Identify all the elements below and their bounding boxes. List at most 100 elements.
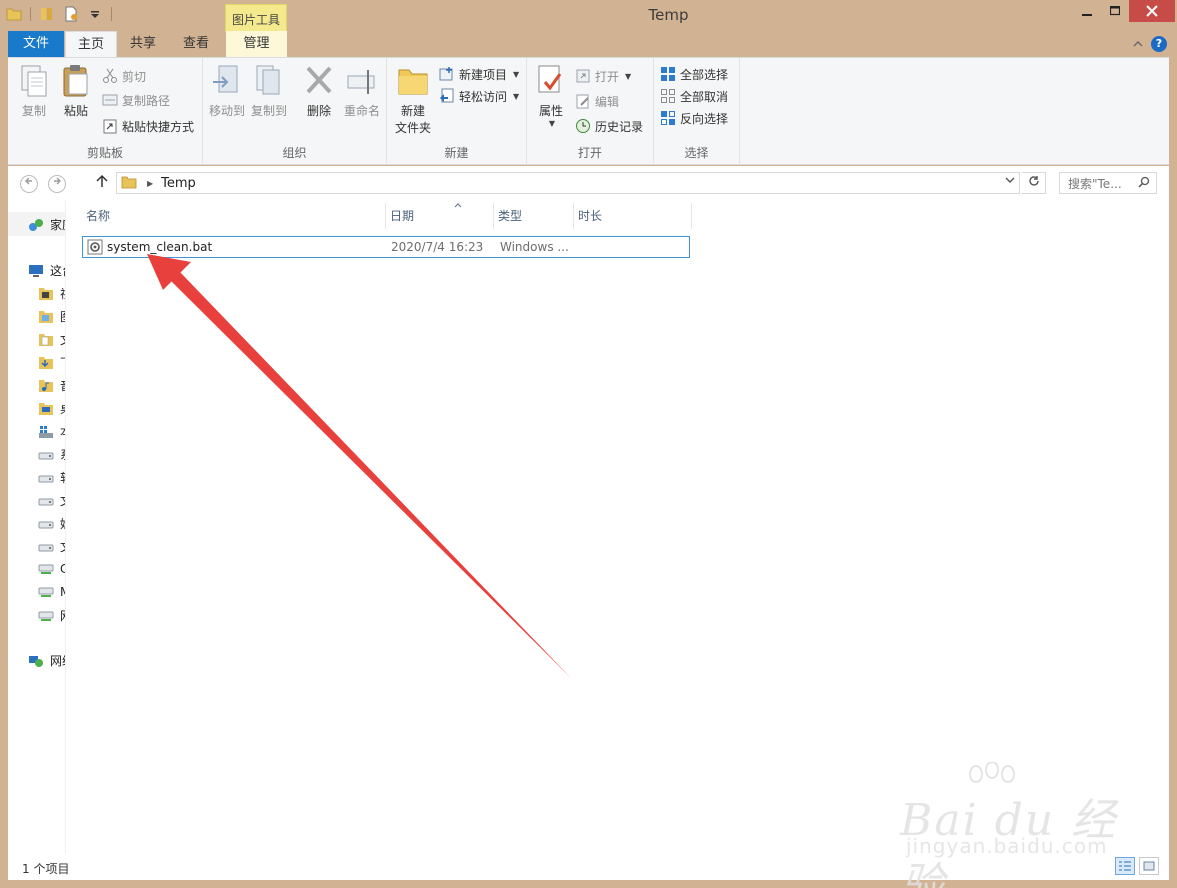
easy-access-button[interactable]: 轻松访问 ▼	[439, 86, 519, 106]
nav-network-drive-2[interactable]: M	[38, 584, 65, 600]
music-folder-icon	[38, 378, 54, 394]
select-group: 全部选择 全部取消 反向选择 选择	[654, 58, 740, 165]
watermark-url: jingyan.baidu.com	[906, 834, 1108, 858]
maximize-button[interactable]	[1101, 0, 1129, 22]
column-date[interactable]: 日期	[386, 203, 494, 229]
new-item-icon	[439, 66, 455, 82]
open-group: 属性 ▼ 打开 ▼ 编辑 历史记录 打开	[527, 58, 654, 165]
nav-label: 桌	[60, 400, 65, 417]
address-dropdown-icon[interactable]	[1005, 176, 1015, 187]
back-button[interactable]	[20, 175, 38, 193]
search-icon[interactable]	[1138, 176, 1150, 191]
nav-downloads[interactable]: 下	[38, 354, 65, 371]
select-none-label: 全部取消	[680, 89, 729, 104]
nav-pictures[interactable]: 图	[38, 308, 65, 325]
large-icons-view-button[interactable]	[1139, 857, 1159, 875]
close-button[interactable]	[1129, 0, 1175, 22]
network-drive-icon	[38, 608, 54, 624]
new-item-label: 新建项目	[459, 67, 508, 82]
select-all-button[interactable]: 全部选择	[660, 64, 728, 84]
nav-network-drive-3[interactable]: 网	[38, 607, 65, 624]
drive-icon	[38, 447, 54, 463]
paste-button[interactable]: 粘贴	[58, 64, 94, 119]
nav-label: 文	[60, 492, 65, 509]
nav-local-disk[interactable]: 本	[38, 423, 65, 440]
copy-to-label: 复制到	[251, 104, 288, 118]
nav-drive-4[interactable]: 娱	[38, 515, 65, 532]
invert-selection-button[interactable]: 反向选择	[660, 108, 728, 128]
column-type[interactable]: 类型	[494, 203, 574, 229]
breadcrumb-chevron-icon[interactable]: ▶	[147, 179, 153, 188]
edit-button[interactable]: 编辑	[575, 91, 619, 111]
select-all-icon	[660, 66, 676, 82]
file-name[interactable]: system_clean.bat	[107, 240, 212, 254]
nav-drive-5[interactable]: 文	[38, 538, 65, 555]
minimize-button[interactable]	[1073, 0, 1101, 22]
bat-file-gear-icon	[87, 239, 103, 258]
paste-shortcut-button[interactable]: 粘贴快捷方式	[102, 116, 194, 136]
nav-documents[interactable]: 文	[38, 331, 65, 348]
up-button[interactable]	[96, 174, 108, 192]
organize-group-label: 组织	[282, 146, 307, 160]
tab-home[interactable]: 主页	[65, 31, 117, 57]
desktop-folder-icon	[38, 401, 54, 417]
column-name[interactable]: 名称	[82, 203, 386, 229]
tab-file[interactable]: 文件	[8, 31, 64, 57]
forward-button[interactable]	[48, 175, 66, 193]
new-folder-icon	[397, 64, 429, 98]
breadcrumb-temp[interactable]: Temp	[161, 176, 196, 191]
nav-homegroup[interactable]: 家庭	[28, 216, 65, 233]
cut-button[interactable]: 剪切	[102, 66, 146, 86]
move-to-button[interactable]: 移动到	[209, 64, 245, 119]
nav-label: 文	[60, 538, 65, 555]
new-item-button[interactable]: 新建项目 ▼	[439, 64, 519, 84]
nav-drive-2[interactable]: 软	[38, 469, 65, 486]
rename-button[interactable]: 重命名	[341, 64, 383, 119]
refresh-button[interactable]	[1022, 172, 1046, 194]
history-button[interactable]: 历史记录	[575, 116, 643, 136]
tab-share[interactable]: 共享	[117, 31, 169, 57]
nav-network[interactable]: 网络	[28, 652, 65, 669]
nav-this-pc[interactable]: 这台	[28, 262, 65, 279]
new-group-label: 新建	[444, 146, 469, 160]
search-box[interactable]: 搜索"Te...	[1059, 172, 1157, 194]
properties-button[interactable]: 属性 ▼	[533, 64, 569, 128]
clipboard-group-label: 剪贴板	[86, 146, 123, 160]
properties-label: 属性	[538, 104, 563, 118]
tab-manage[interactable]: 管理	[226, 31, 287, 57]
column-length[interactable]: 时长	[574, 203, 692, 229]
new-folder-button[interactable]: 新建 文件夹	[395, 64, 431, 136]
nav-music[interactable]: 音	[38, 377, 65, 394]
nav-videos[interactable]: 视	[38, 285, 65, 302]
new-folder-label-1: 新建	[400, 104, 425, 118]
open-button[interactable]: 打开 ▼	[575, 66, 631, 86]
help-icon[interactable]: ?	[1151, 36, 1167, 52]
invert-selection-label: 反向选择	[680, 111, 729, 126]
copy-path-icon	[102, 92, 118, 108]
cut-label: 剪切	[122, 69, 147, 84]
nav-desktop[interactable]: 桌	[38, 400, 65, 417]
nav-drive-3[interactable]: 文	[38, 492, 65, 509]
item-count: 1 个项目	[22, 862, 70, 876]
nav-label: 文	[60, 331, 65, 348]
select-none-icon	[660, 88, 676, 104]
copy-icon	[18, 64, 50, 98]
select-none-button[interactable]: 全部取消	[660, 86, 728, 106]
history-label: 历史记录	[595, 119, 644, 134]
nav-label: 图	[60, 308, 65, 325]
pictures-folder-icon	[38, 309, 54, 325]
nav-label: 音	[60, 377, 65, 394]
copy-path-button[interactable]: 复制路径	[102, 90, 170, 110]
delete-button[interactable]: 删除	[301, 64, 337, 119]
file-type: Windows ...	[500, 240, 569, 254]
nav-drive-1[interactable]: 系	[38, 446, 65, 463]
file-row-system-clean[interactable]: system_clean.bat 2020/7/4 16:23 Windows …	[82, 236, 690, 258]
ribbon-right-controls: ?	[1133, 36, 1167, 52]
nav-network-drive-1[interactable]: C	[38, 561, 65, 577]
copy-button[interactable]: 复制	[16, 64, 52, 119]
drive-icon	[38, 470, 54, 486]
copy-to-button[interactable]: 复制到	[251, 64, 287, 119]
address-bar[interactable]: ▶ Temp	[116, 172, 1020, 194]
minimize-ribbon-icon[interactable]	[1133, 37, 1143, 51]
tab-view[interactable]: 查看	[170, 31, 222, 57]
